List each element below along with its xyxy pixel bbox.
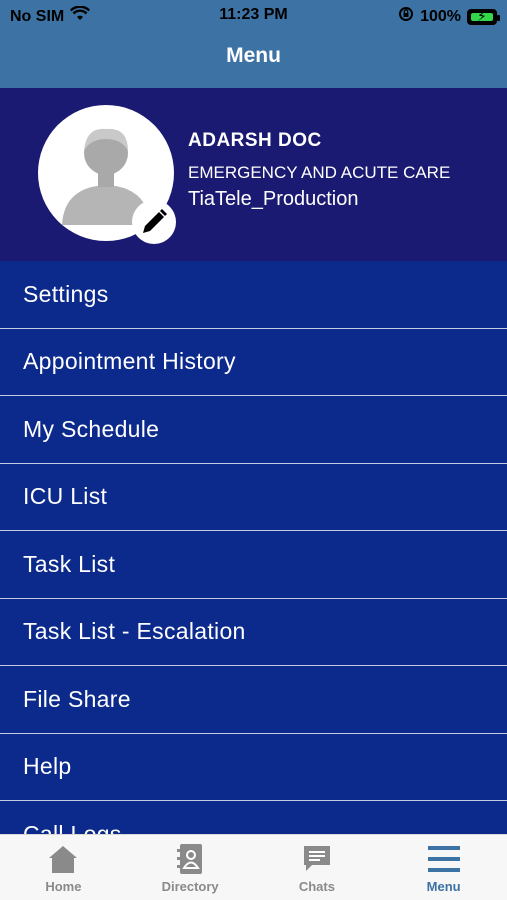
menu-item-task-list-escalation[interactable]: Task List - Escalation xyxy=(0,599,507,666)
menu-item-label: ICU List xyxy=(23,483,108,510)
menu-item-call-logs[interactable]: Call Logs xyxy=(0,801,507,834)
menu-item-label: Task List xyxy=(23,550,116,577)
status-bar: No SIM 11:23 PM 100% ⚡ xyxy=(0,0,507,30)
tab-chats[interactable]: Chats xyxy=(254,835,381,900)
menu-item-file-share[interactable]: File Share xyxy=(0,666,507,734)
menu-item-label: Call Logs xyxy=(23,820,122,834)
chat-icon xyxy=(303,846,330,871)
menu-item-label: Task List - Escalation xyxy=(23,618,246,645)
menu-item-task-list[interactable]: Task List xyxy=(0,531,507,599)
menu-item-my-schedule[interactable]: My Schedule xyxy=(0,396,507,464)
tab-home[interactable]: Home xyxy=(0,835,127,900)
status-right: 100% ⚡ xyxy=(398,6,500,27)
menu-item-appointment-history[interactable]: Appointment History xyxy=(0,329,507,396)
menu-item-label: My Schedule xyxy=(23,415,160,442)
orientation-lock-icon xyxy=(398,6,414,27)
menu-item-label: Appointment History xyxy=(23,348,236,375)
battery-percent: 100% xyxy=(420,7,461,25)
profile-department: EMERGENCY AND ACUTE CARE xyxy=(188,163,451,182)
profile-organization: TiaTele_Production xyxy=(188,188,359,210)
menu-item-label: File Share xyxy=(23,685,131,712)
menu-item-help[interactable]: Help xyxy=(0,734,507,801)
tab-label: Home xyxy=(45,879,82,894)
menu-icon xyxy=(427,846,460,872)
tab-bar: Home Directory Chats Menu xyxy=(0,834,507,900)
directory-icon xyxy=(177,844,203,874)
menu-item-label: Help xyxy=(23,753,72,780)
pencil-icon xyxy=(143,209,167,233)
top-bar: No SIM 11:23 PM 100% ⚡ Menu xyxy=(0,0,507,88)
tab-label: Menu xyxy=(426,879,461,894)
tab-directory[interactable]: Directory xyxy=(127,835,254,900)
tab-label: Directory xyxy=(161,879,219,894)
menu-item-settings[interactable]: Settings xyxy=(0,261,507,329)
tab-label: Chats xyxy=(298,879,335,894)
battery-icon: ⚡ xyxy=(467,8,500,25)
profile-header: ADARSH DOC EMERGENCY AND ACUTE CARE TiaT… xyxy=(0,88,507,261)
menu-item-label: Settings xyxy=(23,280,109,307)
menu-item-icu-list[interactable]: ICU List xyxy=(0,464,507,531)
page-title: Menu xyxy=(226,44,281,67)
tab-menu[interactable]: Menu xyxy=(380,835,507,900)
edit-profile-button[interactable] xyxy=(132,200,176,244)
profile-name: ADARSH DOC xyxy=(188,130,322,151)
home-icon xyxy=(49,846,78,873)
menu-list: Settings Appointment History My Schedule… xyxy=(0,261,507,834)
